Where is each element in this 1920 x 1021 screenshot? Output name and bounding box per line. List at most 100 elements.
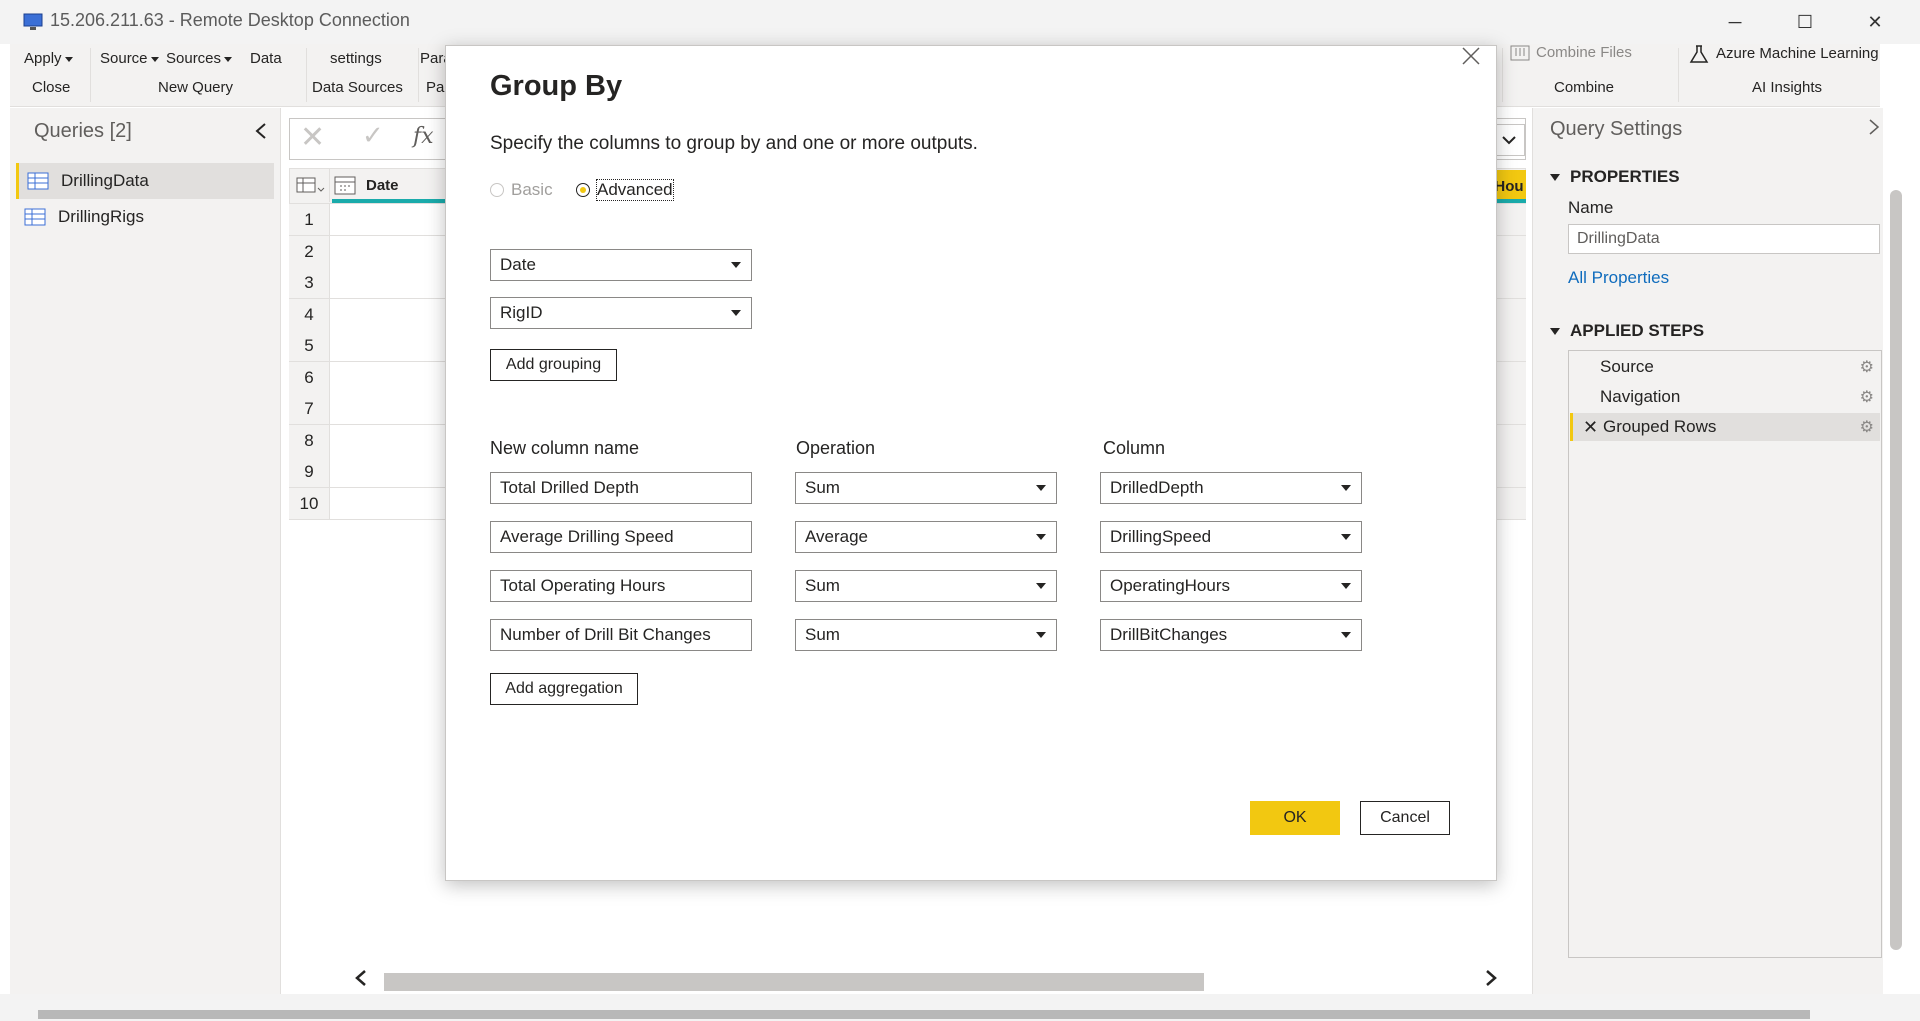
fx-icon[interactable]: fx — [413, 124, 434, 149]
table-cell[interactable] — [330, 204, 445, 236]
chevron-down-icon — [1036, 632, 1046, 638]
properties-section-header[interactable]: PROPERTIES — [1550, 167, 1680, 187]
gear-icon[interactable]: ⚙ — [1860, 387, 1874, 407]
operation-dropdown[interactable]: Average — [795, 521, 1057, 553]
azure-machine-learning-button[interactable]: Azure Machine Learning — [1688, 44, 1879, 64]
sources-button[interactable]: Sources — [166, 50, 233, 67]
cancel-button[interactable]: Cancel — [1360, 801, 1450, 835]
table-cell[interactable] — [1492, 204, 1526, 236]
query-item-label: DrillingRigs — [58, 207, 144, 226]
cancel-formula-icon[interactable]: ✕ — [300, 120, 325, 155]
gear-icon[interactable]: ⚙ — [1860, 357, 1874, 377]
source-button[interactable]: Source — [100, 50, 159, 67]
query-item-drillingrigs[interactable]: DrillingRigs — [16, 199, 274, 235]
row-number[interactable]: 7 — [289, 393, 330, 425]
operation-dropdown[interactable]: Sum — [795, 619, 1057, 651]
row-number[interactable]: 5 — [289, 330, 330, 362]
table-cell[interactable] — [330, 299, 445, 331]
chevron-down-icon — [1341, 583, 1351, 589]
data-button[interactable]: Data — [250, 50, 282, 67]
ribbon-divider — [90, 48, 91, 102]
chevron-right-icon — [1869, 119, 1880, 135]
ribbon-divider — [306, 48, 307, 102]
table-cell[interactable] — [330, 236, 445, 268]
step-navigation[interactable]: Navigation ⚙ — [1570, 383, 1880, 411]
row-number[interactable]: 10 — [289, 488, 330, 520]
add-aggregation-button[interactable]: Add aggregation — [490, 673, 638, 705]
expand-formula-button[interactable] — [1493, 124, 1525, 156]
applied-steps-list — [1568, 350, 1882, 958]
table-cell[interactable] — [330, 425, 445, 457]
row-number[interactable]: 8 — [289, 425, 330, 457]
collapse-queries-button[interactable] — [254, 122, 268, 146]
new-column-name-input[interactable]: Number of Drill Bit Changes — [490, 619, 752, 651]
table-cell[interactable] — [330, 362, 445, 394]
step-source[interactable]: Source ⚙ — [1570, 353, 1880, 381]
new-column-name-input[interactable]: Total Operating Hours — [490, 570, 752, 602]
table-cell[interactable] — [330, 267, 445, 299]
column-dropdown[interactable]: DrilledDepth — [1100, 472, 1362, 504]
grouping-dropdown-2[interactable]: RigID — [490, 297, 752, 329]
table-cell[interactable] — [1492, 330, 1526, 362]
table-menu-icon — [296, 177, 325, 193]
date-column-header[interactable]: Date — [330, 168, 450, 202]
combine-files-button[interactable]: Combine Files — [1510, 44, 1632, 62]
scroll-left-icon[interactable] — [354, 968, 368, 994]
row-number[interactable]: 6 — [289, 362, 330, 394]
column-dropdown[interactable]: OperatingHours — [1100, 570, 1362, 602]
operation-dropdown[interactable]: Sum — [795, 472, 1057, 504]
add-grouping-button[interactable]: Add grouping — [490, 349, 617, 381]
advanced-mode-radio[interactable]: Advanced — [576, 179, 674, 201]
minimize-button[interactable]: ─ — [1700, 0, 1770, 44]
table-cell[interactable] — [1492, 236, 1526, 268]
confirm-formula-icon[interactable]: ✓ — [362, 120, 384, 151]
all-properties-link[interactable]: All Properties — [1568, 268, 1669, 288]
column-dropdown[interactable]: DrillingSpeed — [1100, 521, 1362, 553]
new-column-name-input[interactable]: Total Drilled Depth — [490, 472, 752, 504]
horizontal-scrollbar-thumb[interactable] — [384, 973, 1204, 991]
query-name-field[interactable]: DrillingData — [1568, 224, 1880, 254]
table-menu-button[interactable] — [289, 168, 330, 202]
apply-label: Apply — [24, 50, 62, 67]
table-cell[interactable] — [330, 393, 445, 425]
row-number[interactable]: 3 — [289, 267, 330, 299]
table-cell[interactable] — [330, 456, 445, 488]
close-dialog-button[interactable] — [1458, 44, 1484, 70]
query-item-drillingdata[interactable]: DrillingData — [16, 163, 274, 199]
new-column-name-input[interactable]: Average Drilling Speed — [490, 521, 752, 553]
table-cell[interactable] — [1492, 267, 1526, 299]
basic-mode-radio[interactable]: Basic — [490, 180, 553, 200]
apply-button[interactable]: Apply — [24, 50, 73, 67]
row-number[interactable]: 9 — [289, 456, 330, 488]
maximize-button[interactable]: ☐ — [1770, 0, 1840, 44]
remote-horizontal-scrollbar-thumb[interactable] — [38, 1010, 1810, 1019]
table-cell[interactable] — [1492, 425, 1526, 457]
table-cell[interactable] — [330, 330, 445, 362]
collapse-settings-button[interactable] — [1868, 118, 1880, 142]
gear-icon[interactable]: ⚙ — [1860, 417, 1874, 437]
ok-button[interactable]: OK — [1250, 801, 1340, 835]
table-cell[interactable] — [1492, 488, 1526, 520]
table-cell[interactable] — [330, 488, 445, 520]
data-source-settings-button[interactable]: settings — [330, 50, 382, 67]
column-value: DrilledDepth — [1110, 478, 1204, 497]
delete-step-icon[interactable]: ✕ — [1583, 417, 1598, 438]
applied-steps-section-header[interactable]: APPLIED STEPS — [1550, 321, 1704, 341]
table-cell[interactable] — [1492, 299, 1526, 331]
row-number[interactable]: 2 — [289, 236, 330, 268]
table-cell[interactable] — [1492, 456, 1526, 488]
grouping-dropdown-1[interactable]: Date — [490, 249, 752, 281]
scroll-right-icon[interactable] — [1484, 968, 1498, 994]
table-icon — [24, 208, 46, 226]
step-grouped-rows[interactable]: ✕ Grouped Rows ⚙ — [1570, 413, 1880, 441]
table-cell[interactable] — [1492, 362, 1526, 394]
row-number[interactable]: 1 — [289, 204, 330, 236]
hours-column-header[interactable]: Hou — [1492, 170, 1526, 202]
row-number[interactable]: 4 — [289, 299, 330, 331]
operation-value: Sum — [805, 576, 840, 595]
column-dropdown[interactable]: DrillBitChanges — [1100, 619, 1362, 651]
table-cell[interactable] — [1492, 393, 1526, 425]
operation-dropdown[interactable]: Sum — [795, 570, 1057, 602]
close-window-button[interactable]: ✕ — [1840, 0, 1910, 44]
vertical-scrollbar-thumb[interactable] — [1890, 190, 1902, 950]
